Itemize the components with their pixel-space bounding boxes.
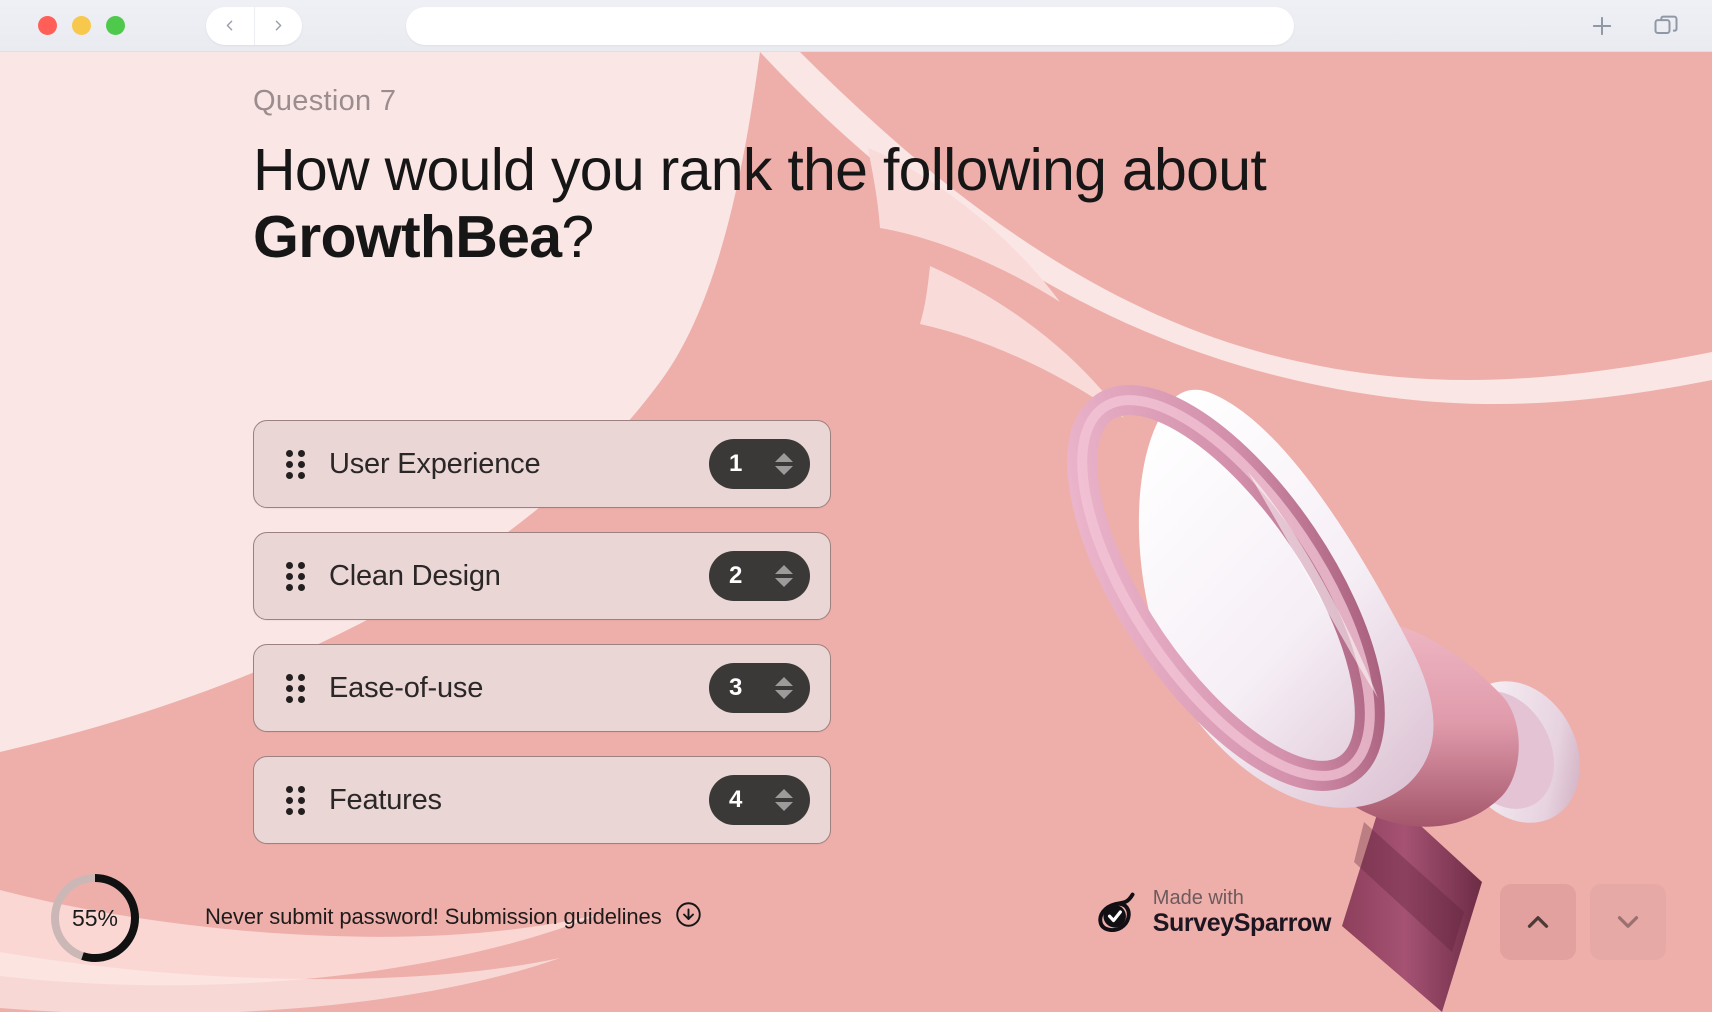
previous-question-button[interactable] — [1500, 884, 1576, 960]
brand-prefix: Made with — [1152, 886, 1244, 909]
stepper-arrows-icon[interactable] — [775, 677, 793, 699]
rank-item-ease-of-use[interactable]: Ease-of-use 3 — [253, 644, 831, 732]
stepper-up-icon[interactable] — [775, 789, 793, 798]
progress-ring: 55% — [47, 870, 143, 966]
arrow-down-circle-icon — [675, 902, 701, 927]
rank-value: 2 — [729, 562, 743, 589]
copy-tabs-icon — [1654, 15, 1678, 34]
question-block: Question 7 How would you rank the follow… — [253, 85, 1433, 272]
rank-item-label: User Experience — [329, 447, 541, 480]
question-navigation — [1500, 884, 1666, 960]
close-window-button[interactable] — [38, 16, 57, 35]
stepper-down-icon[interactable] — [775, 802, 793, 811]
question-brand-name: GrowthBea — [253, 204, 562, 271]
minimize-window-button[interactable] — [72, 16, 91, 35]
forward-button[interactable] — [255, 7, 303, 45]
chevron-left-icon — [226, 20, 233, 31]
rank-item-user-experience[interactable]: User Experience 1 — [253, 420, 831, 508]
submission-disclaimer: Never submit password! Submission guidel… — [205, 901, 702, 933]
rank-value: 3 — [729, 674, 743, 701]
surveysparrow-logo-icon — [1098, 892, 1135, 933]
rank-list: User Experience 1 Clean Design 2 Ease-of… — [253, 420, 831, 868]
stepper-arrows-icon[interactable] — [775, 789, 793, 811]
rank-value: 1 — [729, 450, 743, 477]
drag-handle-icon[interactable] — [286, 449, 306, 479]
plus-icon — [1592, 16, 1612, 35]
question-number-label: Question 7 — [253, 85, 397, 117]
new-tab-button[interactable] — [1588, 12, 1616, 40]
rank-stepper[interactable]: 2 — [709, 551, 810, 601]
question-text-before: How would you rank the following about — [253, 137, 1267, 203]
stepper-down-icon[interactable] — [775, 690, 793, 699]
chevron-up-icon — [1527, 916, 1549, 928]
drag-handle-icon[interactable] — [286, 785, 306, 815]
stepper-up-icon[interactable] — [775, 677, 793, 686]
chevron-down-icon — [1617, 916, 1639, 928]
rank-stepper[interactable]: 1 — [709, 439, 810, 489]
rank-stepper[interactable]: 4 — [709, 775, 810, 825]
rank-stepper[interactable]: 3 — [709, 663, 810, 713]
stepper-down-icon[interactable] — [775, 578, 793, 587]
tabs-overview-button[interactable] — [1652, 12, 1680, 40]
survey-page: Question 7 How would you rank the follow… — [0, 52, 1712, 1012]
navigation-pill — [206, 6, 303, 45]
submission-guidelines-button[interactable] — [675, 901, 702, 933]
progress-percent-label: 55% — [71, 904, 119, 931]
brand-name: SurveySparrow — [1152, 909, 1332, 937]
chevron-right-icon — [275, 20, 282, 31]
rank-item-clean-design[interactable]: Clean Design 2 — [253, 532, 831, 620]
rank-item-features[interactable]: Features 4 — [253, 756, 831, 844]
browser-chrome — [0, 0, 1712, 52]
rank-value: 4 — [729, 786, 743, 813]
maximize-window-button[interactable] — [106, 16, 125, 35]
stepper-arrows-icon[interactable] — [775, 453, 793, 475]
question-text-after: ? — [561, 204, 594, 271]
rank-item-label: Features — [329, 783, 442, 816]
disclaimer-text: Never submit password! Submission guidel… — [205, 904, 662, 929]
question-title: How would you rank the following about G… — [253, 137, 1373, 272]
rank-item-label: Clean Design — [329, 559, 501, 592]
window-traffic-lights — [38, 16, 125, 35]
stepper-arrows-icon[interactable] — [775, 565, 793, 587]
address-bar[interactable] — [406, 6, 1294, 45]
back-button[interactable] — [206, 6, 255, 45]
surveysparrow-branding[interactable]: Made with SurveySparrow — [1095, 887, 1331, 937]
stepper-up-icon[interactable] — [775, 565, 793, 574]
drag-handle-icon[interactable] — [286, 561, 306, 591]
chrome-actions — [1588, 12, 1680, 40]
next-question-button[interactable] — [1590, 884, 1666, 960]
rank-item-label: Ease-of-use — [329, 671, 484, 704]
drag-handle-icon[interactable] — [286, 673, 306, 703]
stepper-up-icon[interactable] — [775, 453, 793, 462]
brand-text: Made with SurveySparrow — [1152, 886, 1332, 937]
stepper-down-icon[interactable] — [775, 466, 793, 475]
